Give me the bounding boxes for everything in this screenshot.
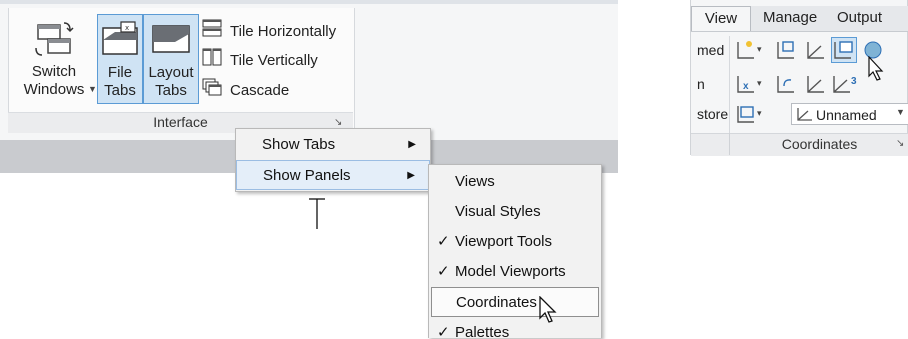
menu-item-show-tabs[interactable]: Show Tabs ▶	[236, 130, 430, 160]
ucs-world-button[interactable]: ▾	[735, 38, 767, 62]
menu-item-label: Views	[455, 173, 495, 190]
menu-item-label: Palettes	[455, 324, 510, 339]
svg-text:x: x	[125, 24, 129, 32]
coordinates-panel-title: Coordinates	[781, 136, 858, 152]
svg-text:x: x	[743, 81, 749, 92]
tile-horizontally-icon	[202, 19, 222, 45]
menu-item-label: Show Panels	[263, 167, 351, 184]
menu-item-show-panels[interactable]: Show Panels ▶	[236, 160, 430, 190]
svg-text:▾: ▾	[757, 108, 762, 118]
view-ribbon: View Manage Output med n store ▾ x▾ 3 ▾	[690, 0, 908, 156]
ucs-face-button[interactable]: ▾	[735, 102, 767, 126]
checkmark-icon: ✓	[437, 233, 450, 250]
menu-item-label: Coordinates	[456, 294, 537, 311]
tile-horizontally-button[interactable]: Tile Horizontally	[202, 19, 336, 43]
ucs-icon-button[interactable]	[775, 38, 799, 62]
switch-windows-label-2: Windows	[23, 81, 85, 98]
menu-item-coordinates[interactable]: Coordinates	[431, 287, 599, 317]
cascade-button[interactable]: Cascade	[202, 78, 289, 102]
tile-vertically-icon	[202, 48, 222, 74]
menu-item-label: Visual Styles	[455, 203, 541, 220]
ribbon-context-menu: Show Tabs ▶ Show Panels ▶	[235, 128, 431, 192]
menu-item-views[interactable]: Views	[429, 167, 601, 197]
file-tabs-icon: x	[101, 20, 139, 61]
file-tabs-button[interactable]: x File Tabs	[97, 14, 143, 104]
tab-view[interactable]: View	[691, 6, 751, 31]
ucs-view-button[interactable]	[831, 37, 857, 63]
menu-item-visual-styles[interactable]: Visual Styles	[429, 197, 601, 227]
named-ucs-value: Unnamed	[816, 107, 877, 123]
panels-submenu: Views Visual Styles ✓ Viewport Tools ✓ M…	[428, 164, 602, 339]
tab-manage[interactable]: Manage	[763, 6, 817, 30]
menu-item-palettes[interactable]: ✓ Palettes	[429, 319, 601, 339]
combo-dropdown-icon[interactable]: ▼	[896, 107, 905, 117]
ucs-3point-button[interactable]: 3	[831, 72, 861, 96]
tab-output[interactable]: Output	[837, 6, 882, 30]
tile-vertically-label: Tile Vertically	[230, 51, 318, 69]
file-tabs-label-2: Tabs	[104, 82, 136, 99]
menu-item-label: Show Tabs	[262, 136, 336, 153]
menu-item-label: Model Viewports	[455, 263, 566, 280]
mouse-pointer-icon	[538, 295, 558, 329]
layout-tabs-label-1: Layout	[148, 64, 194, 81]
cascade-icon	[202, 78, 222, 104]
panel-launcher-icon[interactable]: ↘	[334, 117, 342, 128]
switch-windows-button[interactable]: Switch Windows	[18, 14, 90, 104]
svg-text:3: 3	[851, 76, 857, 87]
named-ucs-combo[interactable]: Unnamed	[791, 103, 908, 125]
views-label-fragment-2: n	[697, 76, 705, 92]
menu-item-model-viewports[interactable]: ✓ Model Viewports	[429, 257, 601, 287]
views-label-fragment-1: med	[697, 42, 725, 58]
mouse-pointer-icon	[867, 55, 885, 87]
svg-text:▾: ▾	[757, 78, 762, 88]
ucs-previous-button[interactable]	[775, 72, 799, 96]
layout-tabs-icon	[151, 20, 191, 61]
layout-tabs-label-2: Tabs	[155, 82, 187, 99]
tile-horizontally-label: Tile Horizontally	[230, 22, 337, 40]
ucs-origin-button[interactable]	[805, 38, 829, 62]
ucs-z-axis-button[interactable]	[805, 72, 829, 96]
cascade-label: Cascade	[230, 81, 290, 99]
submenu-arrow-icon: ▶	[407, 170, 415, 181]
layout-tabs-button[interactable]: Layout Tabs	[143, 14, 199, 104]
ucs-combo-icon	[796, 106, 814, 128]
panel-launcher-icon[interactable]: ↘	[896, 138, 904, 149]
views-label-fragment-3: store	[697, 106, 729, 122]
checkmark-icon: ✓	[437, 324, 450, 339]
checkmark-icon: ✓	[437, 263, 450, 280]
switch-windows-dropdown-icon[interactable]: ▼	[88, 84, 97, 94]
submenu-arrow-icon: ▶	[408, 139, 416, 150]
text-cursor-icon	[307, 197, 327, 236]
switch-windows-label-1: Switch	[31, 63, 77, 80]
svg-text:▾: ▾	[757, 44, 762, 54]
menu-item-label: Viewport Tools	[455, 233, 553, 250]
ucs-x-button[interactable]: x ▾	[735, 72, 767, 96]
menu-item-viewport-tools[interactable]: ✓ Viewport Tools	[429, 227, 601, 257]
tile-vertically-button[interactable]: Tile Vertically	[202, 48, 318, 72]
switch-windows-icon	[34, 19, 74, 64]
panel-divider	[729, 36, 730, 133]
file-tabs-label-1: File	[107, 64, 133, 81]
